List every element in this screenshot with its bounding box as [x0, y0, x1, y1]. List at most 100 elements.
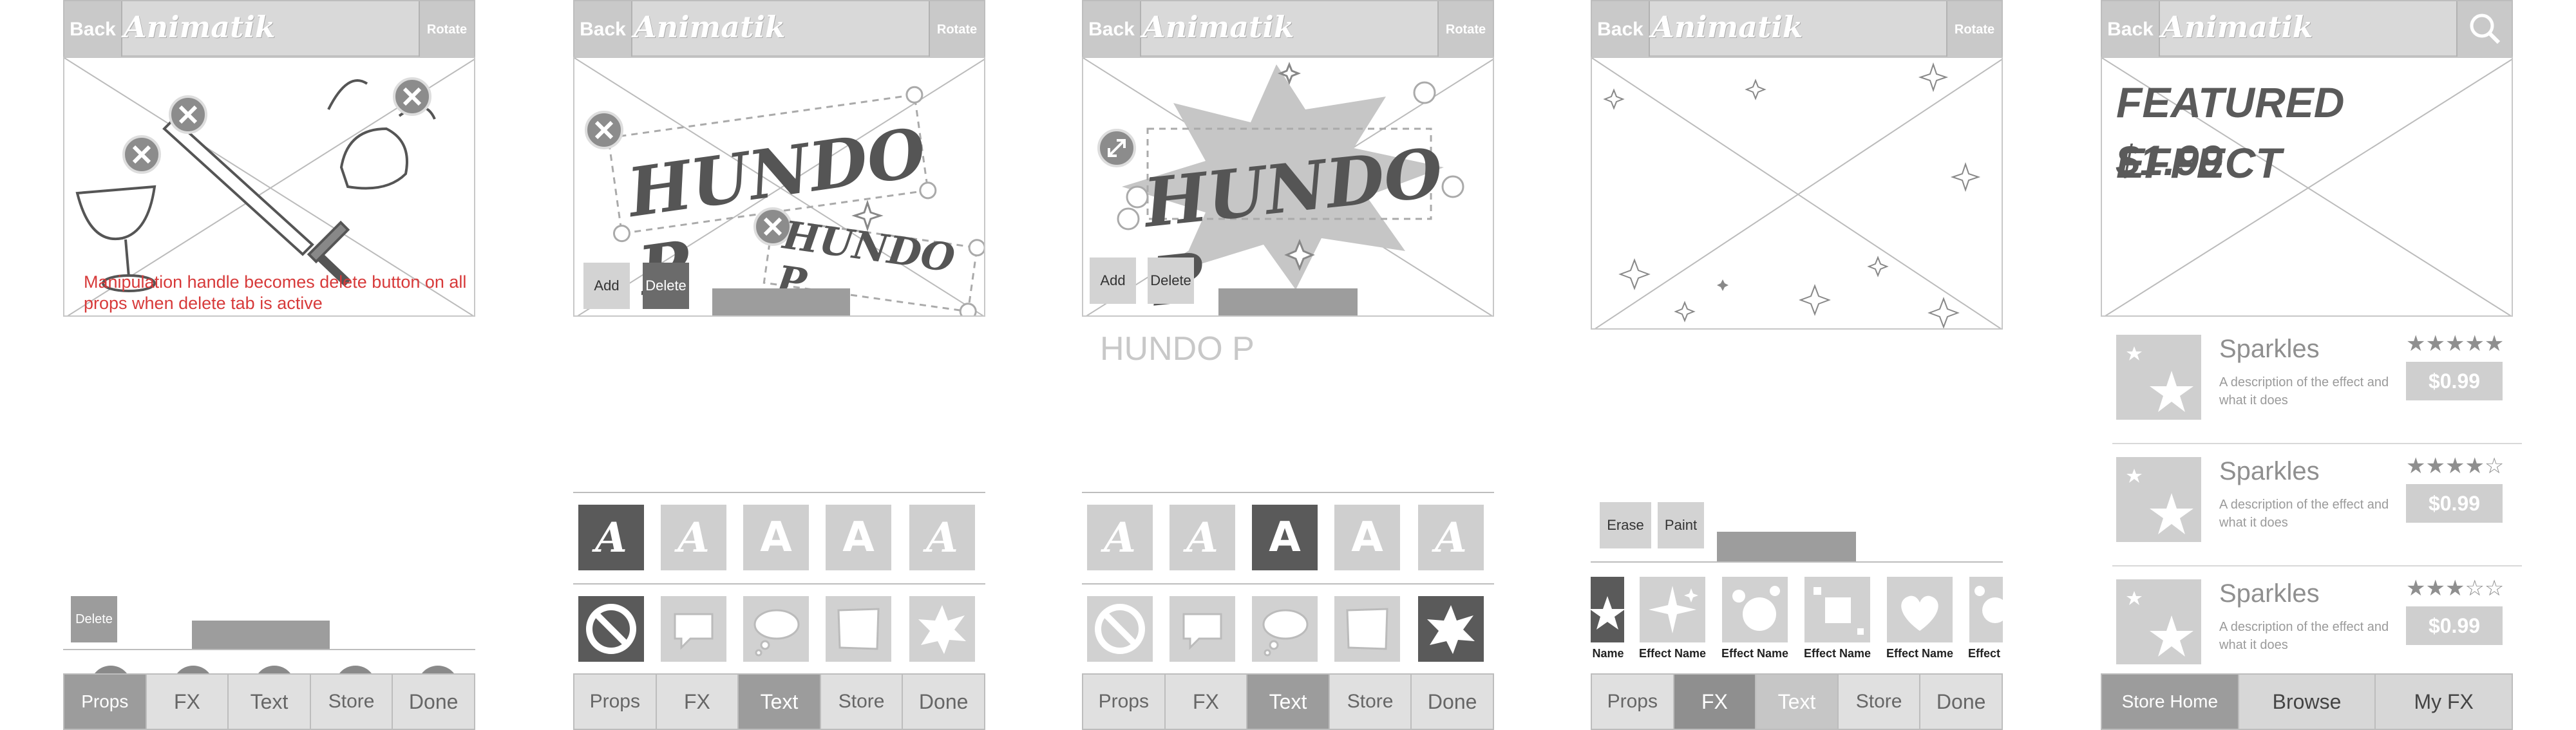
thought-bubble-tile[interactable] [1252, 596, 1318, 662]
rotate-button[interactable]: Rotate [1437, 1, 1493, 58]
tab-done[interactable]: Done [393, 675, 474, 729]
star-icon [2126, 346, 2193, 412]
erase-button[interactable]: Erase [1600, 502, 1651, 548]
font-tile[interactable]: A [661, 505, 726, 570]
bottom-tabs: Props FX Text Store Done [1591, 673, 2003, 730]
store-item[interactable]: Sparkles A description of the effect and… [2112, 566, 2522, 669]
editor-canvas[interactable] [1591, 57, 2003, 330]
tab-fx[interactable]: FX [147, 675, 229, 729]
back-button[interactable]: Back [574, 1, 632, 58]
delete-handle-icon [122, 135, 161, 174]
item-name: Sparkles [2219, 579, 2320, 608]
tab-done[interactable]: Done [1412, 675, 1493, 729]
tab-fx[interactable]: FX [657, 675, 739, 729]
torn-paper-tile[interactable] [826, 596, 891, 662]
effect-thumbnail [2116, 579, 2201, 664]
tab-done[interactable]: Done [1920, 675, 2002, 729]
price-button[interactable]: $0.99 [2406, 606, 2503, 645]
search-button[interactable] [2456, 1, 2512, 58]
rotate-button[interactable]: Rotate [419, 1, 474, 58]
thought-bubble-tile[interactable] [743, 596, 809, 662]
font-tile[interactable]: A [1418, 505, 1484, 570]
font-tile[interactable]: A [1334, 505, 1400, 570]
editor-canvas[interactable]: HUNDO P Add Delete [1082, 57, 1494, 317]
tab-my-fx[interactable]: My FX [2376, 675, 2512, 729]
tab-props[interactable]: Props [574, 675, 657, 729]
prohibited-icon [586, 604, 636, 654]
bottom-tabs: Props FX Text Store Done [573, 673, 985, 730]
price-button[interactable]: $0.99 [2406, 362, 2503, 400]
font-tile[interactable]: A [909, 505, 975, 570]
slider-handle[interactable] [1218, 288, 1358, 315]
burst-tile[interactable] [1418, 596, 1484, 662]
back-button[interactable]: Back [2102, 1, 2160, 58]
tab-text[interactable]: Text [1247, 675, 1330, 729]
no-style-tile[interactable] [1087, 596, 1153, 662]
tab-browse[interactable]: Browse [2239, 675, 2376, 729]
rotate-button[interactable]: Rotate [1946, 1, 2002, 58]
rotate-button[interactable]: Rotate [929, 1, 984, 58]
font-tile[interactable]: A [743, 505, 809, 570]
torn-paper-tile[interactable] [1334, 596, 1400, 662]
star-icon [2126, 591, 2193, 657]
tab-props[interactable]: Props [1083, 675, 1166, 729]
font-tile[interactable]: A [1170, 505, 1235, 570]
tab-fx[interactable]: FX [1166, 675, 1248, 729]
add-button[interactable]: Add [583, 263, 630, 309]
store-item[interactable]: Sparkles A description of the effect and… [2112, 444, 2522, 566]
slider-handle[interactable] [1717, 532, 1856, 561]
delete-button[interactable]: Delete [71, 596, 117, 642]
no-style-tile[interactable] [578, 596, 644, 662]
screen-store: Back Animatik FEATURED EFFECT $1.99 Spar… [2101, 0, 2522, 730]
tab-props[interactable]: Props [1592, 675, 1674, 729]
back-button[interactable]: Back [64, 1, 122, 58]
resize-handle-icon [1097, 129, 1136, 167]
bubbles-icon [1732, 586, 1780, 631]
tab-store[interactable]: Store [821, 675, 904, 729]
font-tile[interactable]: A [578, 505, 644, 570]
effect-tile-circles[interactable] [1969, 577, 2008, 642]
speech-bubble-tile[interactable] [1170, 596, 1235, 662]
back-button[interactable]: Back [1083, 1, 1141, 58]
effect-thumbnail [2116, 335, 2201, 420]
effect-tile-square[interactable] [1804, 577, 1870, 642]
featured-banner[interactable]: FEATURED EFFECT $1.99 [2101, 57, 2513, 317]
effect-tile-heart[interactable] [1887, 577, 1953, 642]
item-description: A description of the effect and what it … [2219, 620, 2389, 652]
tab-done[interactable]: Done [903, 675, 984, 729]
delete-button[interactable]: Delete [1148, 257, 1194, 304]
delete-button[interactable]: Delete [643, 263, 689, 309]
app-logo: Animatik [634, 10, 786, 44]
add-button[interactable]: Add [1090, 257, 1136, 304]
tab-text[interactable]: Text [1756, 675, 1839, 729]
paint-button[interactable]: Paint [1658, 502, 1704, 548]
back-button[interactable]: Back [1592, 1, 1650, 58]
tab-store[interactable]: Store [1839, 675, 1921, 729]
store-item[interactable]: Sparkles A description of the effect and… [2112, 322, 2522, 444]
effect-tile-bubbles[interactable] [1722, 577, 1788, 642]
tab-props[interactable]: Props [64, 675, 147, 729]
app-logo: Animatik [2161, 10, 2313, 44]
tab-text[interactable]: Text [739, 675, 821, 729]
effect-tile-sparkle[interactable] [1640, 577, 1705, 642]
divider [1082, 492, 1494, 493]
slider-handle[interactable] [712, 288, 850, 315]
tab-fx[interactable]: FX [1674, 675, 1757, 729]
font-tile[interactable]: A [826, 505, 891, 570]
tab-store-home[interactable]: Store Home [2102, 675, 2239, 729]
effect-tile-star[interactable] [1589, 577, 1625, 642]
slider-handle[interactable] [192, 621, 330, 650]
divider [1591, 561, 2003, 563]
editor-canvas[interactable]: Manipulation handle becomes delete butto… [63, 57, 475, 317]
burst-tile[interactable] [909, 596, 975, 662]
speech-bubble-tile[interactable] [661, 596, 726, 662]
sword-icon [162, 117, 351, 287]
editor-canvas[interactable]: HUNDO P HUNDO P Add Delete [573, 57, 985, 317]
tab-store[interactable]: Store [311, 675, 393, 729]
tab-store[interactable]: Store [1330, 675, 1412, 729]
price-button[interactable]: $0.99 [2406, 484, 2503, 523]
font-tile[interactable]: A [1087, 505, 1153, 570]
font-tile[interactable]: A [1252, 505, 1318, 570]
rating-stars: ★★★★★ [2406, 332, 2505, 356]
tab-text[interactable]: Text [229, 675, 311, 729]
